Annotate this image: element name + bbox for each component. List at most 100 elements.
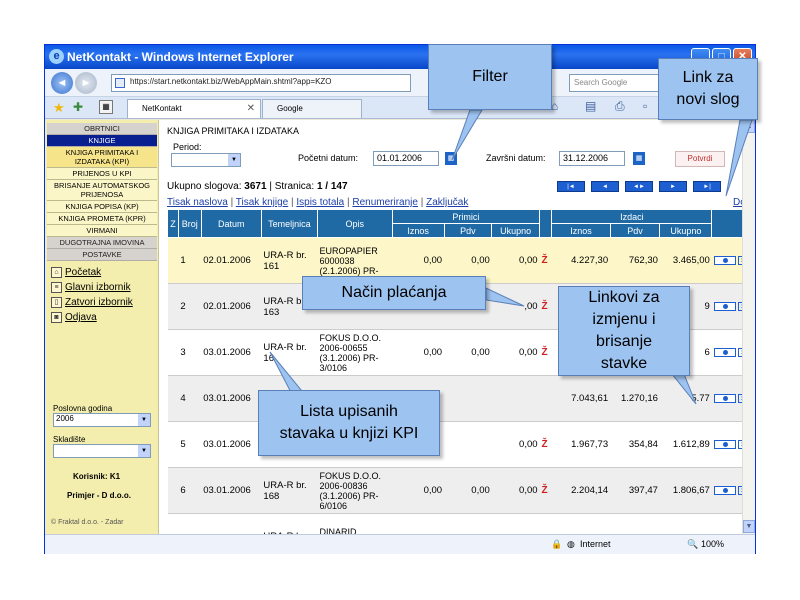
tab-close-icon[interactable]: ✕: [247, 103, 255, 114]
back-button[interactable]: ◄: [51, 72, 73, 94]
cell-i-pdv: 354,84: [610, 421, 660, 468]
link-tisak-knjige[interactable]: Tisak knjige: [236, 197, 288, 208]
sidebar-header-obrtnici[interactable]: OBRTNICI: [47, 123, 157, 135]
edit-icon[interactable]: [713, 255, 736, 265]
callout-new-record: Link za novi slog: [658, 58, 758, 120]
pager-next-button[interactable]: ►: [659, 181, 687, 192]
scroll-up-icon[interactable]: ▲: [743, 120, 755, 133]
cell-i-pdv: 397,47: [610, 467, 660, 514]
warehouse-label: Skladište: [53, 435, 86, 444]
cell-i-pdv: 1.270,16: [610, 375, 660, 422]
cell-datum: 03.01.2006: [201, 467, 262, 514]
cell-datum: 02.01.2006: [201, 237, 262, 284]
cell-p-pdv: [444, 513, 492, 534]
callout-list-text: Lista upisanih stavaka u knjizi KPI: [279, 403, 419, 442]
col-primici: Primici: [391, 209, 541, 224]
calendar-icon[interactable]: ▦: [633, 152, 645, 165]
cell-i-iznos: 7.043,61: [551, 375, 611, 422]
window-titlebar: e NetKontakt - Windows Internet Explorer…: [45, 45, 755, 69]
edit-icon[interactable]: [713, 485, 736, 495]
year-value: 2006: [56, 414, 74, 423]
nav-link-label: Početak: [65, 267, 102, 278]
edit-icon[interactable]: [713, 393, 736, 403]
tab-label: Google: [277, 104, 303, 113]
cell-i-pdv: 762,30: [610, 237, 660, 284]
tab-google[interactable]: Google: [262, 99, 362, 118]
end-date-input[interactable]: 31.12.2006: [559, 151, 625, 166]
cell-p-ukupno: 0,00: [491, 237, 540, 284]
col-broj: Broj: [177, 209, 202, 238]
cell-broj: 1: [178, 237, 202, 284]
cell-p-ukupno: 0,00: [491, 329, 540, 376]
print-icon[interactable]: ⎙: [615, 99, 625, 114]
sidebar-header-imovina[interactable]: DUGOTRAJNA IMOVINA: [47, 237, 157, 249]
pager-middle-button[interactable]: ◄►: [625, 181, 653, 192]
sidebar-item-kpr[interactable]: KNJIGA PROMETA (KPR): [47, 213, 157, 225]
edit-icon[interactable]: [713, 301, 736, 311]
action-links: Tisak naslova | Tisak knjige | Ispis tot…: [167, 197, 469, 208]
end-date-label: Završni datum:: [486, 153, 546, 163]
row-actions: [711, 513, 742, 534]
nav-link-pocetak[interactable]: ⌂ Početak: [45, 265, 158, 280]
col-temeljnica: Temeljnica: [260, 209, 318, 238]
edit-icon[interactable]: [713, 347, 736, 357]
edit-icon[interactable]: [713, 439, 736, 449]
sidebar-header-postavke[interactable]: POSTAVKE: [47, 249, 157, 261]
start-date-label: Početni datum:: [298, 153, 359, 163]
cell-i-ukupno: 5.77: [659, 375, 712, 422]
feeds-icon[interactable]: ▤: [585, 99, 596, 113]
company-name: Primjer - D d.o.o.: [67, 491, 132, 500]
nav-link-glavni[interactable]: ≡ Glavni izbornik: [45, 280, 158, 295]
vertical-scrollbar[interactable]: ▲ ▼: [742, 120, 755, 534]
link-tisak-naslova[interactable]: Tisak naslova: [167, 197, 228, 208]
url-field[interactable]: https://start.netkontakt.biz/WebAppMain.…: [111, 74, 411, 92]
row-actions: ×: [711, 237, 742, 284]
cell-broj: 3: [178, 329, 202, 376]
sidebar-item-kpi[interactable]: KNJIGA PRIMITAKA I IZDATAKA (KPI): [47, 147, 157, 168]
quick-tabs-icon[interactable]: ▦: [99, 100, 113, 114]
scroll-down-icon[interactable]: ▼: [743, 520, 755, 533]
cell-i-ukupno: 1.806,67: [659, 467, 712, 514]
home-icon[interactable]: ⌂: [551, 99, 558, 113]
sidebar-item-prijenos[interactable]: PRIJENOS U KPI: [47, 168, 157, 180]
calendar-icon[interactable]: ▦: [445, 152, 457, 165]
favorites-star-icon[interactable]: ★: [53, 100, 65, 116]
sidebar-item-kp[interactable]: KNJIGA POPISA (KP): [47, 201, 157, 213]
pager-last-button[interactable]: ►|: [693, 181, 721, 192]
ie-logo-icon: e: [49, 49, 64, 64]
period-select[interactable]: ▼: [171, 153, 241, 167]
year-select[interactable]: 2006 ▼: [53, 413, 151, 427]
confirm-button[interactable]: Potvrdi: [675, 151, 725, 167]
nav-link-zatvori[interactable]: ▯ Zatvori izbornik: [45, 295, 158, 310]
add-favorite-icon[interactable]: ✚: [73, 100, 83, 114]
tab-netkontakt[interactable]: NetKontakt ✕: [127, 99, 261, 118]
copyright: © Fraktal d.o.o. - Zadar: [51, 519, 124, 526]
nav-link-odjava[interactable]: ◙ Odjava: [45, 310, 158, 325]
cell-broj: 6: [178, 467, 202, 514]
pager-first-button[interactable]: |◄: [557, 181, 585, 192]
cell-broj: 5: [178, 421, 202, 468]
link-zakljucak[interactable]: Zaključak: [426, 197, 468, 208]
link-ispis-totala[interactable]: Ispis totala: [296, 197, 344, 208]
col-p-iznos: Iznos: [391, 223, 445, 238]
zoom-level[interactable]: 100%: [701, 539, 724, 549]
zoom-icon[interactable]: 🔍: [687, 539, 698, 550]
start-date-input[interactable]: 01.01.2006: [373, 151, 439, 166]
sidebar-item-knjige[interactable]: KNJIGE: [47, 135, 157, 147]
cell-broj: [178, 513, 202, 534]
pager-prev-button[interactable]: ◄: [591, 181, 619, 192]
cell-z: [539, 513, 552, 534]
sidebar-item-brisanje[interactable]: BRISANJE AUTOMATSKOG PRIJENOSA: [47, 180, 157, 201]
sidebar-item-virmani[interactable]: VIRMANI: [47, 225, 157, 237]
cell-i-pdv: [610, 513, 660, 534]
page-menu-icon[interactable]: ▫: [643, 99, 647, 113]
link-renumeriranje[interactable]: Renumeriranje: [352, 197, 418, 208]
cell-datum: [201, 513, 262, 534]
callout-filter: Filter: [428, 44, 552, 110]
table-row: 403.01.2006URDINARID7.043,611.270,165.77…: [167, 375, 742, 422]
warehouse-select[interactable]: ▼: [53, 444, 151, 458]
cell-z: Ž: [539, 329, 552, 376]
forward-button[interactable]: ►: [75, 72, 97, 94]
add-record-link[interactable]: Dodaj: [733, 197, 742, 208]
callout-new-record-text: Link za novi slog: [676, 69, 740, 108]
